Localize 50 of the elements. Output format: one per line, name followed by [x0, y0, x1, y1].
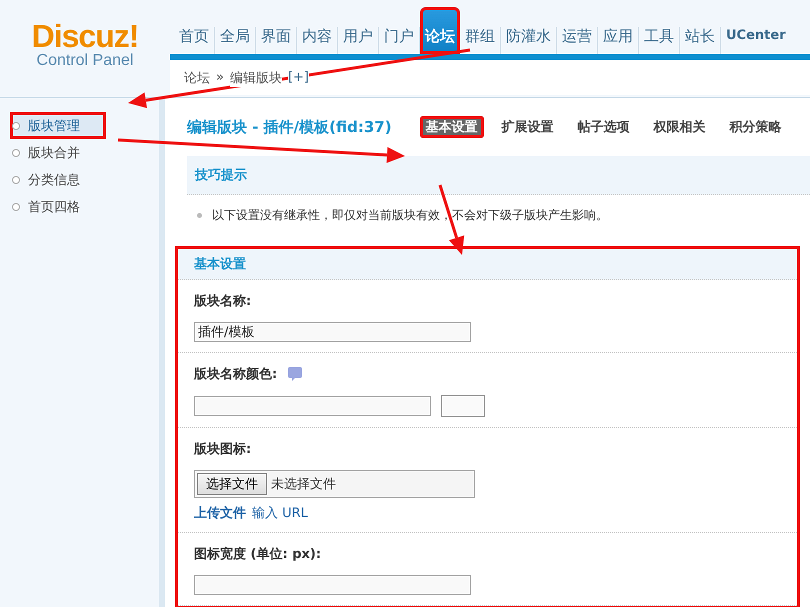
color-swatch[interactable]: [441, 395, 485, 417]
bullet-icon: [12, 148, 20, 156]
color-field[interactable]: [194, 396, 431, 416]
choose-file-button[interactable]: 选择文件: [197, 473, 267, 495]
nav-tab[interactable]: 全局: [215, 27, 256, 54]
field-label: 版块名称颜色:: [194, 366, 278, 383]
nav-tab[interactable]: 站长: [680, 27, 721, 54]
field-label: 图标宽度 (单位: px):: [194, 546, 322, 563]
breadcrumb-item[interactable]: 论坛: [184, 68, 210, 86]
nav-tab[interactable]: UCenter: [721, 27, 791, 54]
page-title: 编辑版块 - 插件/模板(fid:37): [187, 118, 392, 136]
bullet-icon: [12, 202, 20, 210]
tab[interactable]: 基本设置: [420, 116, 484, 138]
sidebar-item[interactable]: 版块合并: [0, 139, 159, 166]
sidebar-item[interactable]: 分类信息: [0, 166, 159, 193]
tip-text: 以下设置没有继承性，即仅对当前版块有效，不会对下级子版块产生影响。: [212, 207, 608, 224]
logo-subtitle: Control Panel: [36, 52, 134, 70]
breadcrumb-item[interactable]: 编辑版块: [230, 68, 282, 86]
bullet-icon: [197, 213, 202, 218]
nav-tab[interactable]: 群组: [460, 27, 501, 54]
text-field[interactable]: [194, 575, 471, 595]
nav-tab[interactable]: 工具: [639, 27, 680, 54]
nav-tab[interactable]: 内容: [297, 27, 338, 54]
field-label: 版块图标:: [194, 441, 252, 458]
nav-tab[interactable]: 防灌水: [501, 27, 557, 54]
nav-tab[interactable]: 论坛: [420, 7, 460, 54]
nav-tab[interactable]: 界面: [256, 27, 297, 54]
help-icon[interactable]: [287, 366, 304, 382]
tab[interactable]: 扩展设置: [496, 116, 560, 138]
file-field[interactable]: 选择文件 未选择文件: [194, 470, 475, 498]
tab[interactable]: 帖子选项: [572, 116, 636, 138]
tips-title: 技巧提示: [187, 156, 810, 195]
section-title: 基本设置: [178, 249, 797, 280]
tab[interactable]: 积分策略: [724, 116, 788, 138]
nav-tab[interactable]: 应用: [598, 27, 639, 54]
bullet-icon: [12, 176, 20, 184]
add-link[interactable]: [+]: [288, 70, 310, 85]
nav-tab[interactable]: 首页: [174, 27, 215, 54]
text-field[interactable]: 插件/模板: [194, 322, 471, 342]
nav-tab[interactable]: 用户: [338, 27, 379, 54]
tab[interactable]: 权限相关: [648, 116, 712, 138]
file-status: 未选择文件: [271, 476, 336, 493]
sidebar-item[interactable]: 首页四格: [0, 193, 159, 220]
sidebar-item[interactable]: 版块管理: [10, 112, 106, 139]
nav-tab[interactable]: 运营: [557, 27, 598, 54]
upload-mode-link[interactable]: 上传文件: [194, 504, 246, 522]
upload-mode-link[interactable]: 输入 URL: [252, 504, 308, 522]
field-label: 版块名称:: [194, 293, 252, 310]
bullet-icon: [12, 122, 20, 130]
logo-text: Discuz!: [32, 20, 138, 52]
